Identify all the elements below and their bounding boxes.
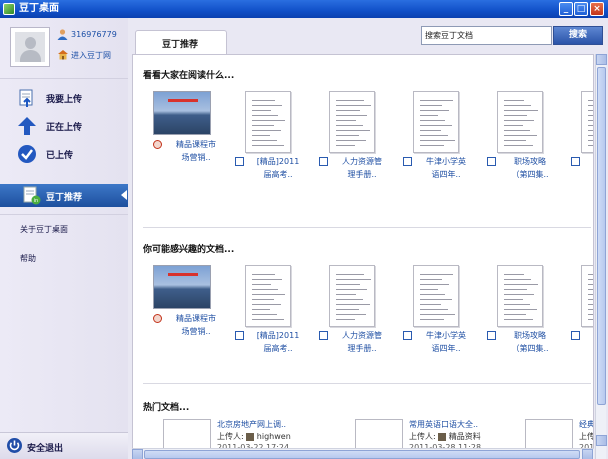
content-area: 看看大家在阅读什么... 精品课程市 场营销.. [精品]2011 届高考.. 人力资源…: [132, 54, 594, 459]
svg-text:in: in: [34, 198, 39, 204]
upload-file-icon: [19, 89, 33, 107]
enter-site-link[interactable]: 进入豆丁网: [71, 50, 111, 61]
doc-card[interactable]: 人力资源管 理手册..: [313, 265, 393, 365]
sidebar-item-label: 已上传: [46, 151, 74, 161]
doc-title[interactable]: 人力资源管 理手册..: [325, 329, 399, 355]
doc-thumbnail[interactable]: [581, 265, 593, 327]
doc-title[interactable]: 职场攻略 （第四集..: [493, 155, 567, 181]
logout-button[interactable]: 安全退出: [0, 432, 128, 459]
divider: [0, 214, 128, 215]
scroll-down-button[interactable]: [596, 435, 607, 446]
tab-recommend[interactable]: 豆丁推荐: [135, 30, 227, 54]
doc-title[interactable]: [精品]2011 届高考..: [241, 329, 315, 355]
search-input[interactable]: [421, 26, 552, 45]
sidebar-item-uploaded[interactable]: 已上传: [14, 143, 124, 165]
doc-card[interactable]: 牛津小学英 语四年..: [397, 265, 477, 365]
doc-title[interactable]: 闻力: [577, 329, 593, 355]
sidebar-item-uploading[interactable]: 正在上传: [14, 115, 124, 137]
sidebar-item-label: 正在上传: [46, 123, 83, 133]
hot-doc-uploader: 上传人:: [579, 432, 594, 441]
doc-thumbnail[interactable]: [153, 91, 211, 135]
doc-title[interactable]: 精品课程市 场营销..: [159, 138, 233, 164]
sidebar: 316976779 进入豆丁网 我要上传 正在上传 已上传 in 豆丁推荐 关于…: [0, 18, 128, 459]
section-title-interest: 你可能感兴趣的文档...: [143, 245, 235, 255]
hot-doc-uploader: 上传人: highwen: [217, 432, 291, 441]
doc-thumbnail[interactable]: [497, 91, 543, 153]
doc-card[interactable]: [精品]2011 届高考..: [229, 91, 309, 191]
tab-label: 豆丁推荐: [162, 40, 199, 50]
doc-thumbnail[interactable]: [497, 265, 543, 327]
vertical-scrollbar[interactable]: [595, 54, 607, 459]
hot-doc-title[interactable]: 北京房地产网上调..: [217, 419, 286, 430]
doc-card[interactable]: 精品课程市 场营销..: [145, 91, 225, 191]
doc-thumbnail[interactable]: [245, 265, 291, 327]
avatar[interactable]: [10, 27, 50, 67]
divider: [143, 383, 591, 384]
sidebar-item-label: 豆丁推荐: [46, 193, 83, 203]
check-circle-icon: [18, 145, 36, 163]
doc-title[interactable]: 牛津小学英 语四年..: [409, 329, 483, 355]
close-button[interactable]: ×: [590, 2, 604, 16]
hot-doc-uploader: 上传人: 精品资料: [409, 432, 481, 441]
doc-card[interactable]: 职场攻略 （第四集..: [481, 265, 561, 365]
scroll-up-button[interactable]: [596, 54, 607, 65]
doc-card[interactable]: 牛津小学英 语四年..: [397, 91, 477, 191]
divider: [143, 227, 591, 228]
main-panel: 豆丁推荐 搜索 看看大家在阅读什么... 精品课程市场营销..[精品]2011届…: [128, 18, 608, 459]
sidebar-item-label: 我要上传: [46, 95, 83, 105]
hot-doc-title[interactable]: 经典儿童剑: [579, 419, 593, 430]
doc-thumbnail[interactable]: [413, 91, 459, 153]
about-link[interactable]: 关于豆丁桌面: [20, 224, 68, 235]
doc-title[interactable]: 牛津小学英 语四年..: [409, 155, 483, 181]
up-arrow-icon: [18, 117, 36, 135]
section-title-hot: 热门文档...: [143, 403, 190, 413]
user-icon: [57, 29, 68, 40]
doc-thumbnail[interactable]: [581, 91, 593, 153]
divider: [0, 78, 128, 79]
section-title-reading: 看看大家在阅读什么...: [143, 71, 235, 81]
doc-title[interactable]: 闻力: [577, 155, 593, 181]
doc-card[interactable]: 人力资源管 理手册..: [313, 91, 393, 191]
search-button[interactable]: 搜索: [553, 26, 603, 45]
doc-title[interactable]: 人力资源管 理手册..: [325, 155, 399, 181]
doc-thumbnail[interactable]: [245, 91, 291, 153]
sidebar-item-recommend[interactable]: in 豆丁推荐: [0, 184, 128, 207]
client-area: 316976779 进入豆丁网 我要上传 正在上传 已上传 in 豆丁推荐 关于…: [0, 18, 608, 459]
doc-card[interactable]: 闻力: [565, 91, 593, 191]
avatar: [438, 432, 447, 441]
doc-card[interactable]: [精品]2011 届高考..: [229, 265, 309, 365]
doc-thumbnail[interactable]: [329, 265, 375, 327]
doc-thumbnail[interactable]: [153, 265, 211, 309]
selected-indicator-icon: [121, 190, 127, 200]
doc-card[interactable]: 职场攻略 （第四集..: [481, 91, 561, 191]
app-logo-icon: [3, 3, 15, 15]
help-link[interactable]: 帮助: [20, 253, 36, 264]
doc-thumbnail[interactable]: [413, 265, 459, 327]
doc-title[interactable]: 精品课程市 场营销..: [159, 312, 233, 338]
logout-label: 安全退出: [27, 444, 64, 454]
window-title: 豆丁桌面: [19, 3, 59, 14]
doc-card[interactable]: 精品课程市 场营销..: [145, 265, 225, 365]
user-id[interactable]: 316976779: [71, 30, 117, 39]
vertical-scroll-thumb[interactable]: [597, 67, 606, 405]
recommend-doc-icon: in: [23, 186, 41, 205]
sidebar-item-upload[interactable]: 我要上传: [14, 87, 124, 109]
horizontal-scrollbar[interactable]: [132, 448, 594, 459]
doc-title[interactable]: [精品]2011 届高考..: [241, 155, 315, 181]
scroll-right-button[interactable]: [582, 449, 593, 459]
horizontal-scroll-thumb[interactable]: [144, 450, 580, 459]
doc-card[interactable]: 闻力: [565, 265, 593, 365]
hot-doc-title[interactable]: 常用英语口语大全..: [409, 419, 478, 430]
title-bar[interactable]: 豆丁桌面 _ □ ×: [0, 0, 608, 18]
power-icon: [7, 438, 22, 453]
maximize-button[interactable]: □: [574, 2, 588, 16]
minimize-button[interactable]: _: [559, 2, 573, 16]
avatar: [246, 432, 255, 441]
app-window: 豆丁桌面 _ □ × 316976779 进入豆丁网 我要上传 正在上传 已上传…: [0, 0, 608, 459]
scroll-left-button[interactable]: [132, 449, 143, 459]
doc-title[interactable]: 职场攻略 （第四集..: [493, 329, 567, 355]
doc-thumbnail[interactable]: [329, 91, 375, 153]
home-icon: [58, 50, 68, 60]
